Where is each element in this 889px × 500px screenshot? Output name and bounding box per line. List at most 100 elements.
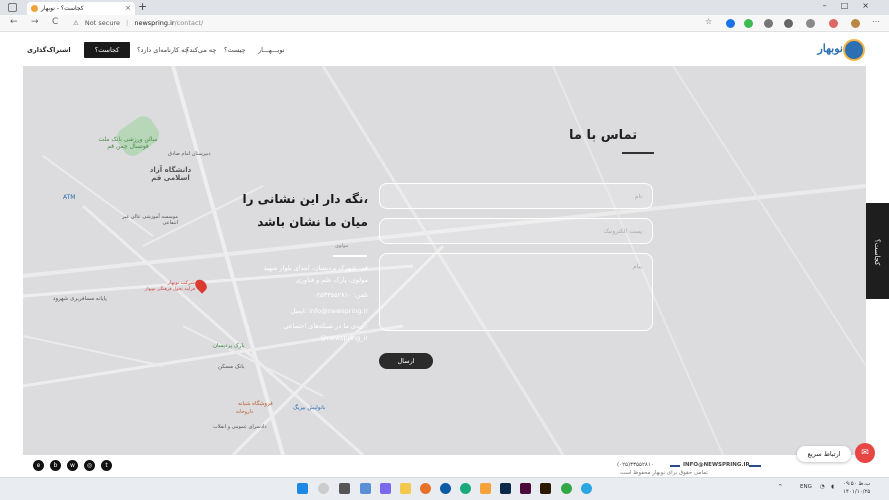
map-label-clinic: بانولیش بیزیگ <box>293 405 326 411</box>
app-icon[interactable] <box>480 483 491 494</box>
search-icon[interactable] <box>318 483 329 494</box>
windows-start-icon[interactable] <box>297 483 308 494</box>
map-label-store: فروشگاه شبانه <box>238 401 273 407</box>
system-clock[interactable]: ۰۹:۵۰ ب.ظ ۱۴۰۱/۱۰/۲۵ <box>843 480 870 496</box>
browser-tab[interactable]: کجاست؟ - نوبهار × <box>27 2 135 15</box>
chevron-up-icon[interactable]: ^ <box>778 484 783 490</box>
map-label-pharmacy: داروخانه <box>236 409 254 415</box>
url-field[interactable]: ⚠ Not secure | newspring.ir/contact/ <box>73 17 713 30</box>
site-logo-icon[interactable] <box>843 39 865 61</box>
site-logo-text[interactable]: نوبهار <box>817 42 843 55</box>
phone-text: تلفن: ۰۲۵۳۳۵۵۲۸۱۰ <box>313 291 368 299</box>
task-view-icon[interactable] <box>339 483 350 494</box>
email-field[interactable]: پست الکترونیک <box>379 218 653 244</box>
tab-actions-icon[interactable] <box>8 3 17 12</box>
footer-accent-line <box>670 465 680 467</box>
reload-button[interactable]: C <box>52 17 58 27</box>
map-label-bank: بانک مسکن <box>218 364 245 370</box>
bale-icon[interactable]: b <box>50 460 61 471</box>
collections-icon[interactable] <box>784 19 793 28</box>
forward-button[interactable]: → <box>31 17 39 27</box>
nav-contact-button[interactable]: کجاست؟ <box>84 42 130 58</box>
social-handle: @newspring_ir <box>320 334 368 342</box>
message-field[interactable]: پیام <box>379 253 653 331</box>
map-label-park: پارک پردیسان <box>213 343 245 349</box>
extension-icon[interactable] <box>726 19 735 28</box>
map-label-marker: شرکت نوبهار <box>167 280 195 286</box>
footer-copyright: تمامی حقوق برای نوبهار محفوظ است <box>620 470 708 476</box>
site-header: نوبهار <box>0 33 889 66</box>
footer-accent-line <box>749 465 761 467</box>
whatsapp-icon[interactable]: w <box>67 460 78 471</box>
extension-icon[interactable] <box>744 19 753 28</box>
subscribe-link[interactable]: اشتراک‌گذاری <box>27 46 71 54</box>
map-label-university: دانشگاه آزاد اسلامی قم <box>149 166 192 182</box>
photoshop-icon[interactable] <box>500 483 511 494</box>
teams-icon[interactable] <box>380 483 391 494</box>
quick-contact-button[interactable]: ارتباط سریع <box>797 446 851 462</box>
volume-icon[interactable]: ◖ <box>831 484 834 490</box>
nav-item-does[interactable]: چه می‌کند؟ <box>186 46 216 54</box>
tab-close-icon[interactable]: × <box>125 4 131 12</box>
chrome-icon[interactable] <box>460 483 471 494</box>
extension-icon[interactable] <box>829 19 838 28</box>
map-label-institute: موسسه آموزشی عالی غیر انتفاعی <box>122 214 178 226</box>
map-label-marker-sub: فرآیند تحول فرهنگی نوبهار <box>145 287 195 292</box>
send-button[interactable]: ارسال <box>379 353 433 369</box>
edge-icon[interactable] <box>440 483 451 494</box>
headline-line-2: میان ما نشان باشد <box>257 215 368 229</box>
email-text: ایمیل: info@newspring.ir <box>290 307 368 315</box>
map-label-terminal: پایانه مسافربری شهرود <box>53 296 107 302</box>
input-language[interactable]: ENG <box>800 484 812 490</box>
firefox-icon[interactable] <box>420 483 431 494</box>
telegram-icon[interactable] <box>581 483 592 494</box>
map-label-sports: سالن ورزشی بانک ملت فوتسال چمن قم <box>98 136 158 150</box>
illustrator-icon[interactable] <box>540 483 551 494</box>
address-line-2: مولوی، پارک علم و فناوری <box>295 276 368 284</box>
contact-title: تماس با ما <box>569 128 638 143</box>
nav-item-record[interactable]: چه کارنامه‌ای دارد؟ <box>137 46 189 54</box>
info-divider <box>333 255 367 257</box>
clock-time: ۰۹:۵۰ ب.ظ <box>843 481 871 487</box>
security-warning-icon: ⚠ <box>73 19 79 27</box>
widgets-icon[interactable] <box>360 483 371 494</box>
back-button[interactable]: ← <box>10 17 18 27</box>
map-label-atm: ATM <box>63 194 76 201</box>
url-host: newspring.ir <box>134 19 175 27</box>
map-label-school: دبیرستان امام صادق <box>168 151 211 157</box>
url-separator: | <box>126 19 129 27</box>
more-menu-icon[interactable]: ⋯ <box>872 17 880 26</box>
instagram-icon[interactable]: ◎ <box>84 460 95 471</box>
chat-icon[interactable]: ✉ <box>855 443 875 463</box>
footer-email[interactable]: INFO@NEWSPRING.IR <box>683 462 750 468</box>
network-icon[interactable]: ◔ <box>820 484 825 490</box>
url-path: /contact/ <box>174 19 204 27</box>
eitaa-icon[interactable]: e <box>33 460 44 471</box>
extension-icon[interactable] <box>764 19 773 28</box>
whatsapp-app-icon[interactable] <box>561 483 572 494</box>
map-small-label: مولوی <box>335 243 349 249</box>
social-label: آی‌دی ما در شبکه‌های اجتماعی: <box>283 322 368 330</box>
security-label: Not secure <box>84 19 120 27</box>
site-favicon-icon <box>31 5 38 12</box>
indesign-icon[interactable] <box>520 483 531 494</box>
title-underline <box>622 152 654 154</box>
map-label-court: دادسرای عمومی و انقلاب <box>213 424 267 430</box>
favorite-star-icon[interactable]: ☆ <box>705 17 712 26</box>
twitter-icon[interactable]: t <box>101 460 112 471</box>
new-tab-button[interactable]: + <box>138 0 147 13</box>
footer-phone: (۰۲۵)۳۳۵۵۲۸۱۰ <box>617 462 654 468</box>
downloads-icon[interactable] <box>806 19 815 28</box>
nav-item-home[interactable]: نوبـــهـــار <box>258 46 285 54</box>
headline: نگه دار این نشانی را، میان ما نشان باشد <box>236 188 368 234</box>
profile-avatar[interactable] <box>851 19 860 28</box>
name-field[interactable]: نام <box>379 183 653 209</box>
window-controls[interactable]: –□× <box>823 1 883 10</box>
tab-title: کجاست؟ - نوبهار <box>41 5 84 12</box>
nav-item-what[interactable]: چیست؟ <box>224 46 246 54</box>
file-explorer-icon[interactable] <box>400 483 411 494</box>
side-tab[interactable]: کجاست؟ <box>866 203 889 299</box>
headline-line-1: نگه دار این نشانی را، <box>242 192 368 206</box>
clock-date: ۱۴۰۱/۱۰/۲۵ <box>843 489 871 495</box>
address-bar: ← → C ⚠ Not secure | newspring.ir/contac… <box>0 15 889 32</box>
